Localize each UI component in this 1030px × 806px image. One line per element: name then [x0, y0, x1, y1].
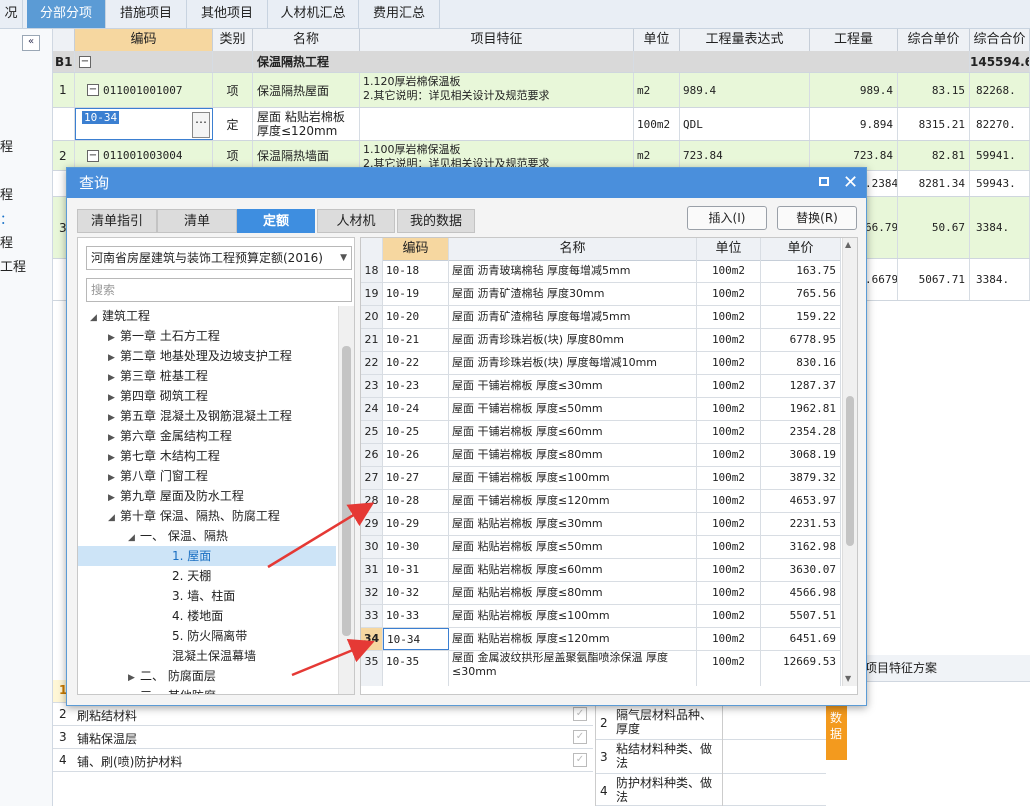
arrow-to-10-28: [267, 502, 375, 569]
arrow-to-10-34: [291, 639, 375, 677]
annotation-arrows: [267, 502, 375, 677]
